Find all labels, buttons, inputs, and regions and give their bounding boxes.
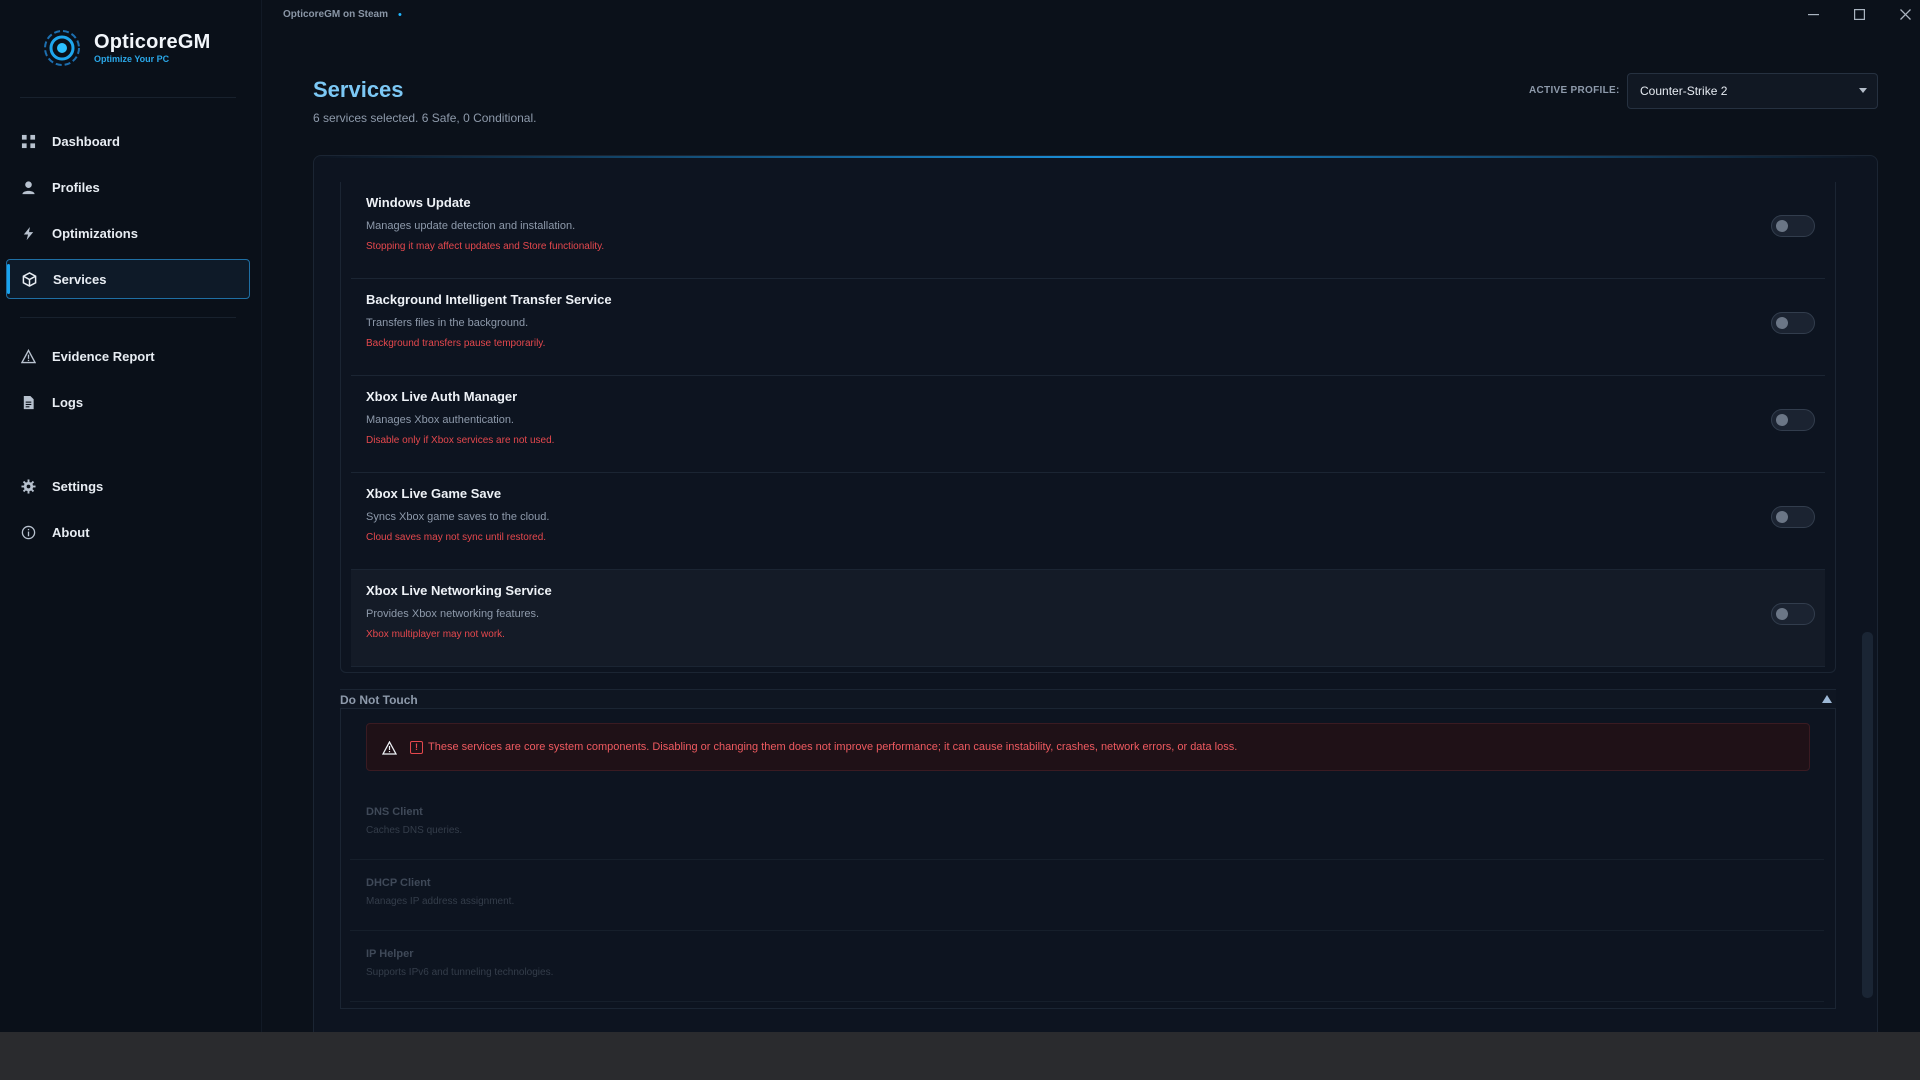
active-profile-dropdown[interactable]: Counter-Strike 2 — [1627, 73, 1878, 109]
sidebar-item-label: Optimizations — [52, 225, 138, 241]
do-not-touch-header[interactable]: Do Not Touch — [340, 689, 1836, 709]
service-warning: Xbox multiplayer may not work. — [366, 629, 505, 640]
core-service-row: IP Helper Supports IPv6 and tunneling te… — [350, 932, 1824, 1002]
service-name: Xbox Live Game Save — [366, 486, 502, 501]
sidebar-item-label: Services — [53, 271, 107, 287]
service-row: Background Intelligent Transfer Service … — [351, 279, 1825, 376]
grid-icon — [20, 133, 36, 149]
service-row: Xbox Live Networking Service Provides Xb… — [351, 570, 1825, 667]
maximize-button[interactable] — [1839, 2, 1879, 26]
service-description: Manages update detection and installatio… — [366, 220, 576, 232]
title-bar: OpticoreGM on Steam • — [262, 0, 1920, 28]
minimize-icon — [1807, 13, 1819, 15]
core-services-alert: ! These services are core system compone… — [366, 723, 1810, 771]
service-name: Xbox Live Auth Manager — [366, 389, 518, 404]
toggle-knob — [1776, 317, 1788, 329]
close-icon — [1899, 8, 1911, 20]
sidebar-item-logs[interactable]: Logs — [6, 382, 250, 422]
service-toggle[interactable] — [1771, 409, 1815, 431]
sidebar-item-label: Evidence Report — [52, 348, 155, 364]
service-name: Windows Update — [366, 195, 471, 210]
sidebar: OpticoreGM Optimize Your PC Dashboard Pr… — [0, 0, 262, 1032]
toggle-knob — [1776, 414, 1788, 426]
core-service-description: Manages IP address assignment. — [366, 896, 515, 907]
brand-tagline: Optimize Your PC — [94, 54, 170, 64]
service-description: Transfers files in the background. — [366, 317, 529, 329]
service-row: Xbox Live Auth Manager Manages Xbox auth… — [351, 376, 1825, 473]
sidebar-item-services[interactable]: Services — [6, 259, 250, 299]
maximize-icon — [1853, 8, 1865, 20]
brand[interactable]: OpticoreGM Optimize Your PC — [42, 26, 210, 70]
core-service-row: DHCP Client Manages IP address assignmen… — [350, 861, 1824, 931]
minimize-button[interactable] — [1793, 2, 1833, 26]
gear-icon — [20, 478, 36, 494]
sidebar-item-label: Profiles — [52, 179, 100, 195]
info-icon — [20, 524, 36, 540]
core-service-row: DNS Client Caches DNS queries. — [350, 790, 1824, 860]
services-panel: Windows Update Manages update detection … — [313, 155, 1878, 1032]
sidebar-item-dashboard[interactable]: Dashboard — [6, 121, 250, 161]
service-warning: Disable only if Xbox services are not us… — [366, 435, 555, 446]
selected-services-group: Windows Update Manages update detection … — [340, 182, 1836, 673]
do-not-touch-title: Do Not Touch — [340, 693, 418, 707]
app-window: OpticoreGM Optimize Your PC Dashboard Pr… — [0, 0, 1920, 1032]
service-warning: Stopping it may affect updates and Store… — [366, 241, 605, 252]
service-toggle[interactable] — [1771, 506, 1815, 528]
selection-summary: 6 services selected. 6 Safe, 0 Condition… — [313, 111, 537, 125]
service-name: Background Intelligent Transfer Service — [366, 292, 612, 307]
service-description: Manages Xbox authentication. — [366, 414, 514, 426]
alert-badge-icon: ! — [410, 741, 423, 754]
sidebar-item-label: About — [52, 524, 90, 540]
close-button[interactable] — [1885, 2, 1920, 26]
chevron-down-icon — [1859, 88, 1867, 93]
sidebar-item-optimizations[interactable]: Optimizations — [6, 213, 250, 253]
sidebar-divider — [20, 97, 236, 98]
service-row: Windows Update Manages update detection … — [351, 182, 1825, 279]
service-name: Xbox Live Networking Service — [366, 583, 552, 598]
sidebar-divider — [20, 317, 236, 318]
active-profile-label: ACTIVE PROFILE: — [1529, 85, 1620, 96]
core-service-description: Caches DNS queries. — [366, 825, 463, 836]
brand-logo-icon — [42, 28, 82, 68]
toggle-knob — [1776, 220, 1788, 232]
sidebar-item-settings[interactable]: Settings — [6, 466, 250, 506]
cube-icon — [21, 271, 37, 287]
toggle-knob — [1776, 608, 1788, 620]
bolt-icon — [20, 225, 36, 241]
service-toggle[interactable] — [1771, 312, 1815, 334]
toggle-knob — [1776, 511, 1788, 523]
core-service-name: DNS Client — [366, 806, 423, 818]
status-dot: • — [398, 9, 402, 21]
warning-icon — [20, 348, 36, 364]
service-row: Xbox Live Game Save Syncs Xbox game save… — [351, 473, 1825, 570]
service-description: Syncs Xbox game saves to the cloud. — [366, 511, 550, 523]
alert-message: These services are core system component… — [428, 741, 1238, 753]
service-warning: Background transfers pause temporarily. — [366, 338, 546, 349]
panel-accent-line — [314, 156, 1877, 158]
sidebar-item-profiles[interactable]: Profiles — [6, 167, 250, 207]
service-warning: Cloud saves may not sync until restored. — [366, 532, 547, 543]
page-title: Services — [313, 77, 404, 102]
core-service-name: IP Helper — [366, 948, 414, 960]
service-description: Provides Xbox networking features. — [366, 608, 540, 620]
warning-icon — [382, 741, 397, 755]
service-toggle[interactable] — [1771, 603, 1815, 625]
service-toggle[interactable] — [1771, 215, 1815, 237]
active-profile-value: Counter-Strike 2 — [1640, 84, 1728, 98]
sidebar-item-evidence-report[interactable]: Evidence Report — [6, 336, 250, 376]
chevron-up-icon[interactable] — [1822, 695, 1832, 703]
sidebar-item-label: Dashboard — [52, 133, 120, 149]
core-service-name: DHCP Client — [366, 877, 431, 889]
sidebar-item-label: Settings — [52, 478, 104, 494]
sidebar-item-label: Logs — [52, 394, 84, 410]
window-title: OpticoreGM on Steam — [283, 9, 389, 20]
brand-name: OpticoreGM — [94, 31, 211, 53]
scrollbar-thumb[interactable] — [1862, 632, 1873, 998]
document-icon — [20, 394, 36, 410]
core-service-description: Supports IPv6 and tunneling technologies… — [366, 967, 554, 978]
user-icon — [20, 179, 36, 195]
sidebar-item-about[interactable]: About — [6, 512, 250, 552]
